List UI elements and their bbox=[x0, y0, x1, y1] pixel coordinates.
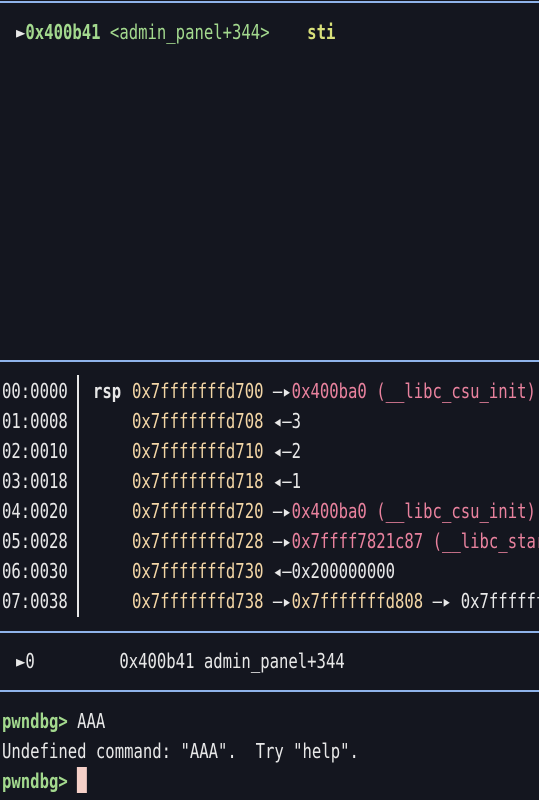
stack-address: 0x7fffffffd738 bbox=[132, 589, 264, 613]
stack-row: 01:0008 0x7fffffffd708 ◂—3 bbox=[0, 406, 539, 436]
stack-offset: 07:0038 bbox=[2, 589, 68, 613]
current-instruction-marker-icon: ► bbox=[16, 20, 26, 44]
stack-row: 00:0000 rsp 0x7fffffffd700 —▸0x400ba0 (__l… bbox=[0, 376, 539, 406]
frame-marker-icon: ► bbox=[16, 649, 26, 673]
frame-number: 0 bbox=[25, 649, 35, 673]
stack-value: 0x7ffff7821c87 bbox=[291, 529, 424, 553]
stack-row: 02:0010 0x7fffffffd710 ◂—2 bbox=[0, 436, 539, 466]
stack-address: 0x7fffffffd720 bbox=[132, 499, 264, 523]
stack-entry: 0x7fffffffd708 ◂—3 bbox=[132, 406, 301, 436]
stack-row: 04:0020 0x7fffffffd720 —▸0x400ba0 (__libc… bbox=[0, 496, 539, 526]
stack-value-annotation: —▸ 0x7fffffffdb1a bbox=[432, 589, 539, 613]
frame-symbol: admin_panel+344 bbox=[203, 649, 345, 673]
console-line-1: pwndbg> AAA bbox=[2, 706, 105, 736]
disasm-address: 0x400b41 bbox=[25, 20, 101, 44]
stack-offset: 00:0000 bbox=[2, 379, 68, 403]
value-arrow-icon: ◂— bbox=[272, 409, 292, 433]
entered-command: AAA bbox=[77, 709, 106, 733]
stack-entry: 0x7fffffffd720 —▸0x400ba0 (__libc_csu_in… bbox=[132, 496, 536, 526]
stack-entry: 0x7fffffffd700 —▸0x400ba0 (__libc_csu_in… bbox=[132, 376, 536, 406]
stack-row: 07:0038 0x7fffffffd738 —▸0x7fffffffd808 —… bbox=[0, 586, 539, 616]
top-separator bbox=[0, 1, 539, 3]
stack-value: 0x400ba0 bbox=[291, 379, 367, 403]
pointer-arrow-icon: —▸ bbox=[272, 499, 292, 523]
stack-offset: 06:0030 bbox=[2, 559, 68, 583]
pointer-arrow-icon: —▸ bbox=[272, 379, 292, 403]
stack-address: 0x7fffffffd730 bbox=[132, 559, 264, 583]
prompt: pwndbg> bbox=[2, 769, 68, 793]
stack-address: 0x7fffffffd710 bbox=[132, 439, 264, 463]
stack-address: 0x7fffffffd708 bbox=[132, 409, 264, 433]
stack-value: 0x400ba0 bbox=[291, 499, 367, 523]
pointer-arrow-icon: —▸ bbox=[272, 589, 292, 613]
console-input-line[interactable]: pwndbg> bbox=[2, 766, 88, 796]
stack-entry: 0x7fffffffd728 —▸0x7ffff7821c87 (__libc_… bbox=[132, 526, 539, 556]
disasm-instruction: sti bbox=[307, 20, 336, 44]
stack-entry: 0x7fffffffd710 ◂—2 bbox=[132, 436, 301, 466]
stack-row: 05:0028 0x7fffffffd728 —▸0x7ffff7821c87 (… bbox=[0, 526, 539, 556]
disasm-symbol: <admin_panel+344> bbox=[109, 20, 270, 44]
console-output: Undefined command: "AAA". Try "help". bbox=[2, 739, 359, 763]
stack-entry: 0x7fffffffd730 ◂—0x200000000 bbox=[132, 556, 395, 586]
stack-value-annotation: (__libc_csu_init) bbox=[366, 379, 536, 403]
value-arrow-icon: ◂— bbox=[272, 469, 292, 493]
stack-offset: 03:0018 bbox=[2, 469, 68, 493]
stack-offset: 02:0010 bbox=[2, 439, 68, 463]
stack-register: rsp bbox=[93, 379, 122, 403]
backtrace-separator bbox=[0, 631, 539, 633]
stack-value: 2 bbox=[291, 439, 302, 463]
stack-offset: 05:0028 bbox=[2, 529, 68, 553]
stack-offset: 01:0008 bbox=[2, 409, 68, 433]
stack-value: 3 bbox=[291, 409, 302, 433]
frame-address: 0x400b41 bbox=[119, 649, 195, 673]
stack-separator bbox=[0, 360, 539, 362]
stack-address: 0x7fffffffd700 bbox=[132, 379, 264, 403]
stack-address: 0x7fffffffd718 bbox=[132, 469, 264, 493]
stack-value-annotation: (__libc_csu_init) bbox=[366, 499, 536, 523]
console-separator bbox=[0, 690, 539, 692]
stack-entry: 0x7fffffffd718 ◂—1 bbox=[132, 466, 301, 496]
pointer-arrow-icon: —▸ bbox=[272, 529, 292, 553]
value-arrow-icon: ◂— bbox=[272, 439, 292, 463]
stack-value: 0x200000000 bbox=[291, 559, 395, 583]
stack-value: 1 bbox=[291, 469, 302, 493]
stack-entry: 0x7fffffffd738 —▸0x7fffffffd808 —▸ 0x7ff… bbox=[132, 586, 539, 616]
stack-value: 0x7fffffffd808 bbox=[291, 589, 424, 613]
stack-value-annotation: (__libc_start_main) bbox=[432, 529, 539, 553]
stack-offset: 04:0020 bbox=[2, 499, 68, 523]
terminal-window[interactable]: ►0x400b41 <admin_panel+344> sti 00:0000 r… bbox=[0, 0, 539, 800]
stack-row: 06:0030 0x7fffffffd730 ◂—0x200000000 bbox=[0, 556, 539, 586]
value-arrow-icon: ◂— bbox=[272, 559, 292, 583]
prompt: pwndbg> bbox=[2, 709, 68, 733]
stack-address: 0x7fffffffd728 bbox=[132, 529, 264, 553]
backtrace-frame: ►0 0x400b41 admin_panel+344 bbox=[16, 646, 345, 676]
stack-row: 03:0018 0x7fffffffd718 ◂—1 bbox=[0, 466, 539, 496]
disasm-current-line: ►0x400b41 <admin_panel+344> sti bbox=[16, 17, 335, 47]
text-cursor[interactable] bbox=[77, 767, 88, 793]
